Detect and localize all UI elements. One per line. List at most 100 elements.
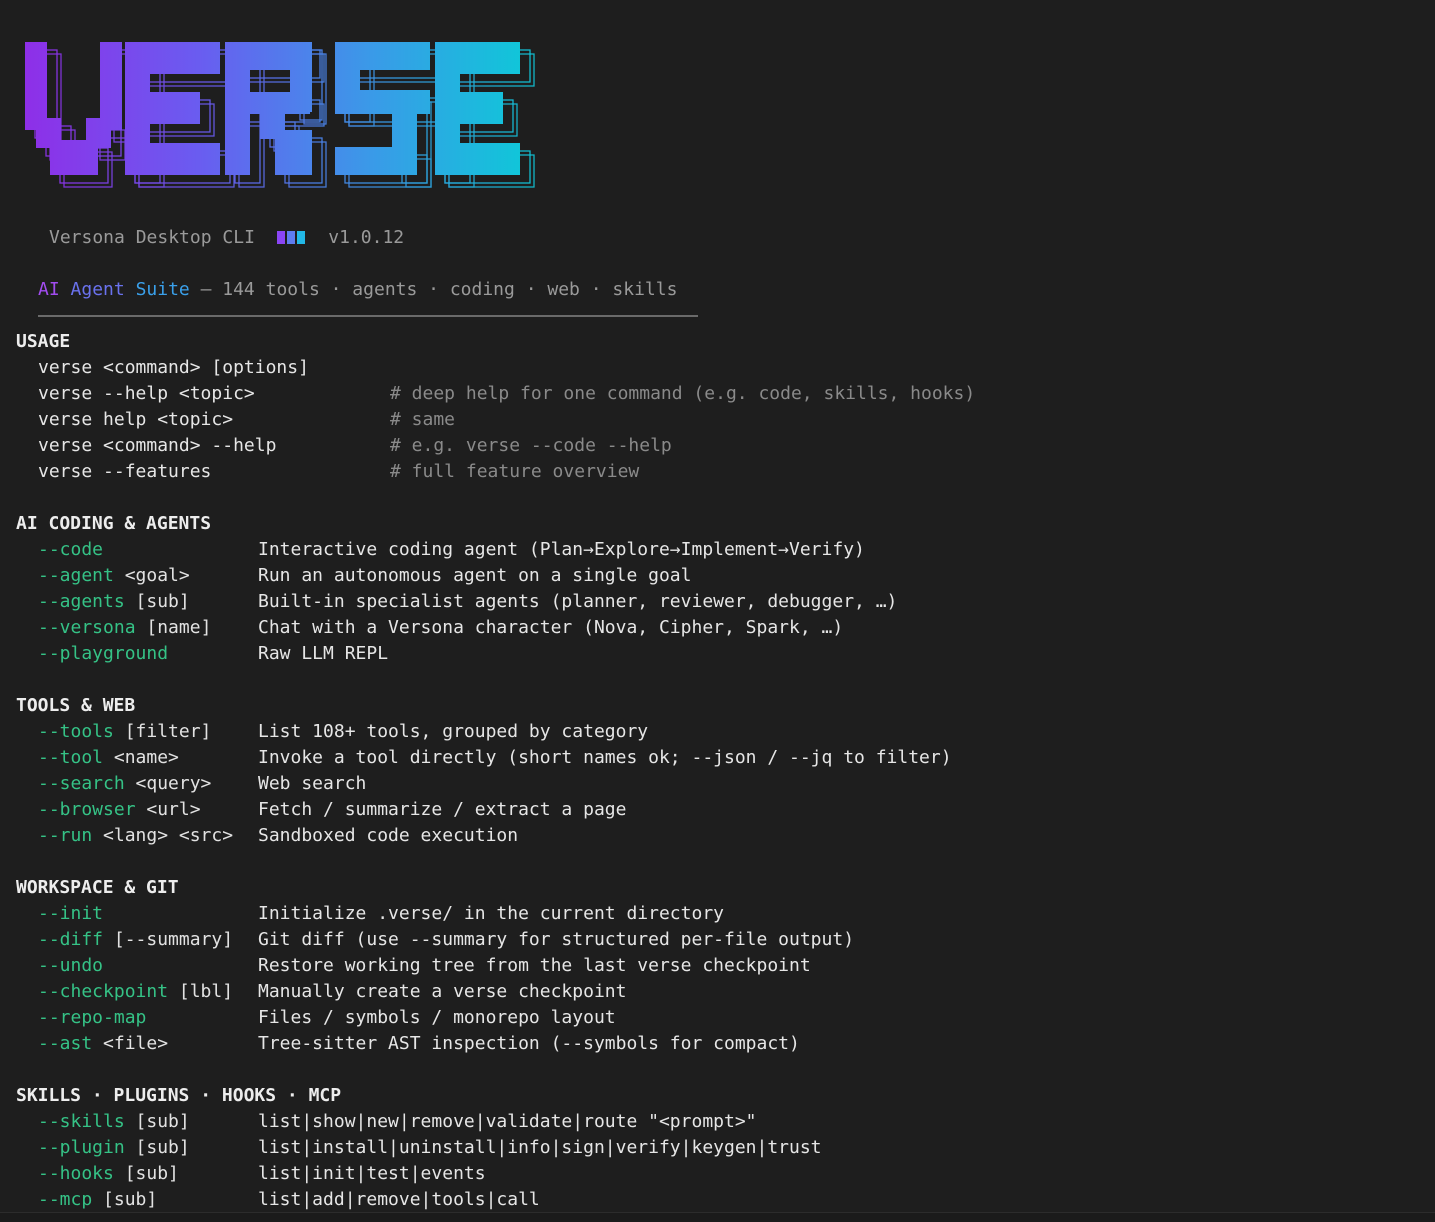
option-flag: --run [38,825,93,846]
section-heading-workspace-git: WORKSPACE & GIT [16,877,179,898]
usage-line: verse --help <topic> [38,382,255,406]
option-description: List 108+ tools, grouped by category [258,721,649,742]
option-row: --agents [sub] [38,590,190,614]
option-description: Raw LLM REPL [258,643,389,664]
option-row: --ast <file> [38,1032,168,1056]
option-row: --playground [38,642,168,666]
option-flag: --skills [38,1111,125,1132]
option-flag: --mcp [38,1189,93,1210]
product-name: Versona Desktop CLI [49,227,255,248]
usage-command: verse --help <topic> [38,383,255,404]
option-flag: --hooks [38,1163,114,1184]
option-flag: --tools [38,721,114,742]
usage-line: verse <command> --help [38,434,276,458]
option-description: Interactive coding agent (Plan→Explore→I… [258,539,865,560]
tagline-word-suite: Suite [135,279,190,300]
option-description: list|add|remove|tools|call [258,1189,540,1210]
option-description: Invoke a tool directly (short names ok; … [258,747,952,768]
section-heading-tools-web: TOOLS & WEB [16,695,136,716]
section-heading-ai-coding: AI CODING & AGENTS [16,513,212,534]
option-flag: --undo [38,955,104,976]
option-arg: [sub] [113,1163,179,1184]
option-flag: --agents [38,591,125,612]
usage-command: verse <command> --help [38,435,277,456]
usage-command: verse help <topic> [38,409,234,430]
usage-line: verse <command> [options] [38,356,309,380]
option-description: Files / symbols / monorepo layout [258,1007,616,1028]
option-flag: --repo-map [38,1007,147,1028]
option-arg: <url> [135,799,201,820]
option-description: Fetch / summarize / extract a page [258,799,627,820]
option-description: Tree-sitter AST inspection (--symbols fo… [258,1033,800,1054]
option-description: list|init|test|events [258,1163,486,1184]
option-row: --skills [sub] [38,1110,190,1134]
tagline-word-ai: AI [38,279,60,300]
option-row: --repo-map [38,1006,146,1030]
tagline-summary: — 144 tools · agents · coding · web · sk… [189,279,678,300]
option-description: Web search [258,773,367,794]
tagline-word-agent: Agent [70,279,125,300]
option-description: Built-in specialist agents (planner, rev… [258,591,898,612]
option-row: --tool <name> [38,746,179,770]
option-row: --undo [38,954,103,978]
option-flag: --playground [38,643,169,664]
option-description: Initialize .verse/ in the current direct… [258,903,724,924]
usage-command: verse --features [38,461,212,482]
usage-comment: # e.g. verse --code --help [390,435,672,456]
option-description: Restore working tree from the last verse… [258,955,811,976]
usage-comment: # same [390,409,456,430]
option-row: --versona [name] [38,616,211,640]
option-row: --tools [filter] [38,720,211,744]
banner-line: Versona Desktop CLI v1.0.12 [49,226,404,250]
option-flag: --checkpoint [38,981,169,1002]
option-arg: <query> [124,773,212,794]
option-description: Chat with a Versona character (Nova, Cip… [258,617,844,638]
option-row: --plugin [sub] [38,1136,190,1160]
option-row: --run <lang> <src> [38,824,233,848]
option-flag: --browser [38,799,136,820]
option-flag: --plugin [38,1137,125,1158]
usage-comment: # full feature overview [390,461,640,482]
option-arg: [name] [135,617,212,638]
version-badge-icon [276,227,307,248]
option-arg: [sub] [124,1111,190,1132]
option-arg: [sub] [92,1189,158,1210]
verse-ascii-logo [25,42,535,188]
option-flag: --search [38,773,125,794]
option-flag: --code [38,539,104,560]
option-row: --agent <goal> [38,564,190,588]
option-row: --mcp [sub] [38,1188,157,1212]
usage-line: verse help <topic> [38,408,233,432]
option-arg: <file> [92,1033,169,1054]
option-arg: <lang> <src> [92,825,234,846]
option-arg: <name> [103,747,179,768]
section-heading-skills-plugins: SKILLS · PLUGINS · HOOKS · MCP [16,1085,342,1106]
option-row: --browser <url> [38,798,201,822]
horizontal-scrollbar[interactable] [0,1212,1435,1222]
tagline-divider [38,315,698,317]
tagline: AI Agent Suite — 144 tools · agents · co… [38,278,677,302]
option-flag: --tool [38,747,104,768]
version-label: v1.0.12 [328,227,405,248]
option-row: --code [38,538,103,562]
option-arg: [filter] [113,721,212,742]
terminal-window[interactable]: Versona Desktop CLI v1.0.12 AI Agent Sui… [0,0,1435,1222]
usage-comment: # deep help for one command (e.g. code, … [390,383,976,404]
option-description: Run an autonomous agent on a single goal [258,565,692,586]
option-flag: --diff [38,929,104,950]
option-arg: <goal> [113,565,190,586]
option-arg: [--summary] [103,929,234,950]
option-flag: --agent [38,565,114,586]
option-arg: [sub] [124,1137,190,1158]
option-description: Manually create a verse checkpoint [258,981,627,1002]
option-flag: --versona [38,617,136,638]
option-row: --init [38,902,103,926]
option-description: Git diff (use --summary for structured p… [258,929,855,950]
usage-line: verse --features [38,460,211,484]
option-row: --hooks [sub] [38,1162,179,1186]
option-flag: --ast [38,1033,93,1054]
section-heading-usage: USAGE [16,331,71,352]
option-flag: --init [38,903,104,924]
usage-command: verse <command> [options] [38,357,309,378]
option-row: --search <query> [38,772,211,796]
